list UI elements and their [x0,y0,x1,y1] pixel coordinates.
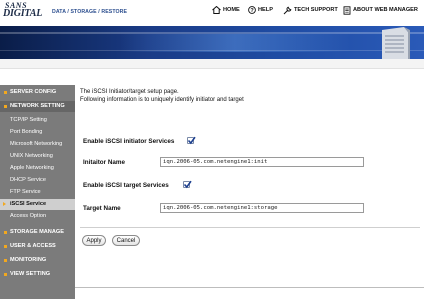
banner-stripe [0,50,424,51]
sidebar-item-label: DHCP Service [10,177,46,183]
sidebar-item-access-option[interactable]: Access Option [0,211,75,222]
active-arrow-icon [3,202,6,206]
home-icon [212,6,221,14]
sidebar-item-iscsi-service[interactable]: iSCSI Service [0,199,75,210]
sidebar-item-label: Apple Networking [10,165,54,171]
nas-device-image [382,27,410,59]
sidebar-item-label: NETWORK SETTING [10,103,65,109]
sidebar-item-port-bonding[interactable]: Port Bonding [0,127,75,138]
sidebar-item-label: MONITORING [10,257,47,263]
checkmark-icon [187,136,196,145]
initiator-name-label: Initaitor Name [83,159,125,166]
footer-divider [75,287,424,288]
nav-about-label: ABOUT WEB MANAGER [353,7,418,13]
sidebar-item-label: VIEW SETTING [10,271,51,277]
nav-tech-support-label: TECH SUPPORT [294,7,338,13]
sidebar-item-view-setting[interactable]: VIEW SETTING [0,269,75,280]
bullet-icon [4,91,7,94]
banner-shadow-strip [0,59,424,69]
target-name-label: Target Name [83,205,121,212]
intro-description: Following information is to uniquely ide… [80,97,244,103]
enable-initiator-checkbox[interactable] [187,136,196,145]
sidebar-item-label: FTP Service [10,189,41,195]
sidebar-item-monitoring[interactable]: MONITORING [0,255,75,266]
header-banner [0,26,424,59]
sidebar-item-network-setting[interactable]: NETWORK SETTING [0,101,75,112]
initiator-name-input[interactable] [160,157,364,167]
sidebar-item-tcpip-setting[interactable]: TCP/IP Setting [0,115,75,126]
sidebar-item-label: UNIX Networking [10,153,53,159]
enable-initiator-label: Enable iSCSI initiator Services [83,138,175,145]
sidebar-item-dhcp-service[interactable]: DHCP Service [0,175,75,186]
sans-digital-logo[interactable]: SANS DIGITAL [3,1,47,23]
sidebar-item-apple-networking[interactable]: Apple Networking [0,163,75,174]
sidebar: SERVER CONFIG NETWORK SETTING TCP/IP Set… [0,85,75,299]
sidebar-item-user-access[interactable]: USER & ACCESS [0,241,75,252]
apply-button[interactable]: Apply [82,235,106,246]
divider [80,227,420,228]
cancel-button[interactable]: Cancel [112,235,140,246]
sidebar-item-label: SERVER CONFIG [10,89,57,95]
sidebar-item-label: USER & ACCESS [10,243,56,249]
bullet-icon [4,105,7,108]
nav-home-link[interactable]: HOME [212,4,240,16]
checkmark-icon [183,180,192,189]
top-header: SANS DIGITAL DATA / STORAGE / RESTORE HO… [0,0,424,26]
bullet-icon [4,231,7,234]
nav-help-link[interactable]: ? HELP [248,4,273,16]
intro-text: The iSCSI Initiator/target setup page. [80,89,179,95]
sidebar-item-label: STORAGE MANAGE [10,229,64,235]
bullet-icon [4,259,7,262]
bullet-icon [4,273,7,276]
sidebar-item-label: iSCSI Service [10,201,47,207]
sidebar-item-microsoft-networking[interactable]: Microsoft Networking [0,139,75,150]
nav-about-link[interactable]: ABOUT WEB MANAGER [343,4,418,16]
sidebar-item-storage-manage[interactable]: STORAGE MANAGE [0,227,75,238]
nav-tech-support-link[interactable]: TECH SUPPORT [283,4,338,16]
breadcrumb: DATA / STORAGE / RESTORE [52,9,128,15]
sidebar-item-label: TCP/IP Setting [10,117,47,123]
logo-line-2: DIGITAL [3,8,43,19]
sidebar-item-ftp-service[interactable]: FTP Service [0,187,75,198]
bullet-icon [4,245,7,248]
enable-target-label: Enable iSCSI target Services [83,182,169,189]
sidebar-item-label: Access Option [10,213,47,219]
enable-target-checkbox[interactable] [183,180,192,189]
sidebar-item-unix-networking[interactable]: UNIX Networking [0,151,75,162]
sidebar-item-server-config[interactable]: SERVER CONFIG [0,87,75,98]
main-content: The iSCSI Initiator/target setup page. F… [80,85,420,299]
sidebar-item-label: Microsoft Networking [10,141,63,147]
document-icon [343,5,351,15]
nav-home-label: HOME [223,7,240,13]
nav-help-label: HELP [258,7,273,13]
target-name-input[interactable] [160,203,364,213]
help-icon: ? [248,6,256,14]
sidebar-item-label: Port Bonding [10,129,43,135]
wrench-icon [283,6,292,14]
